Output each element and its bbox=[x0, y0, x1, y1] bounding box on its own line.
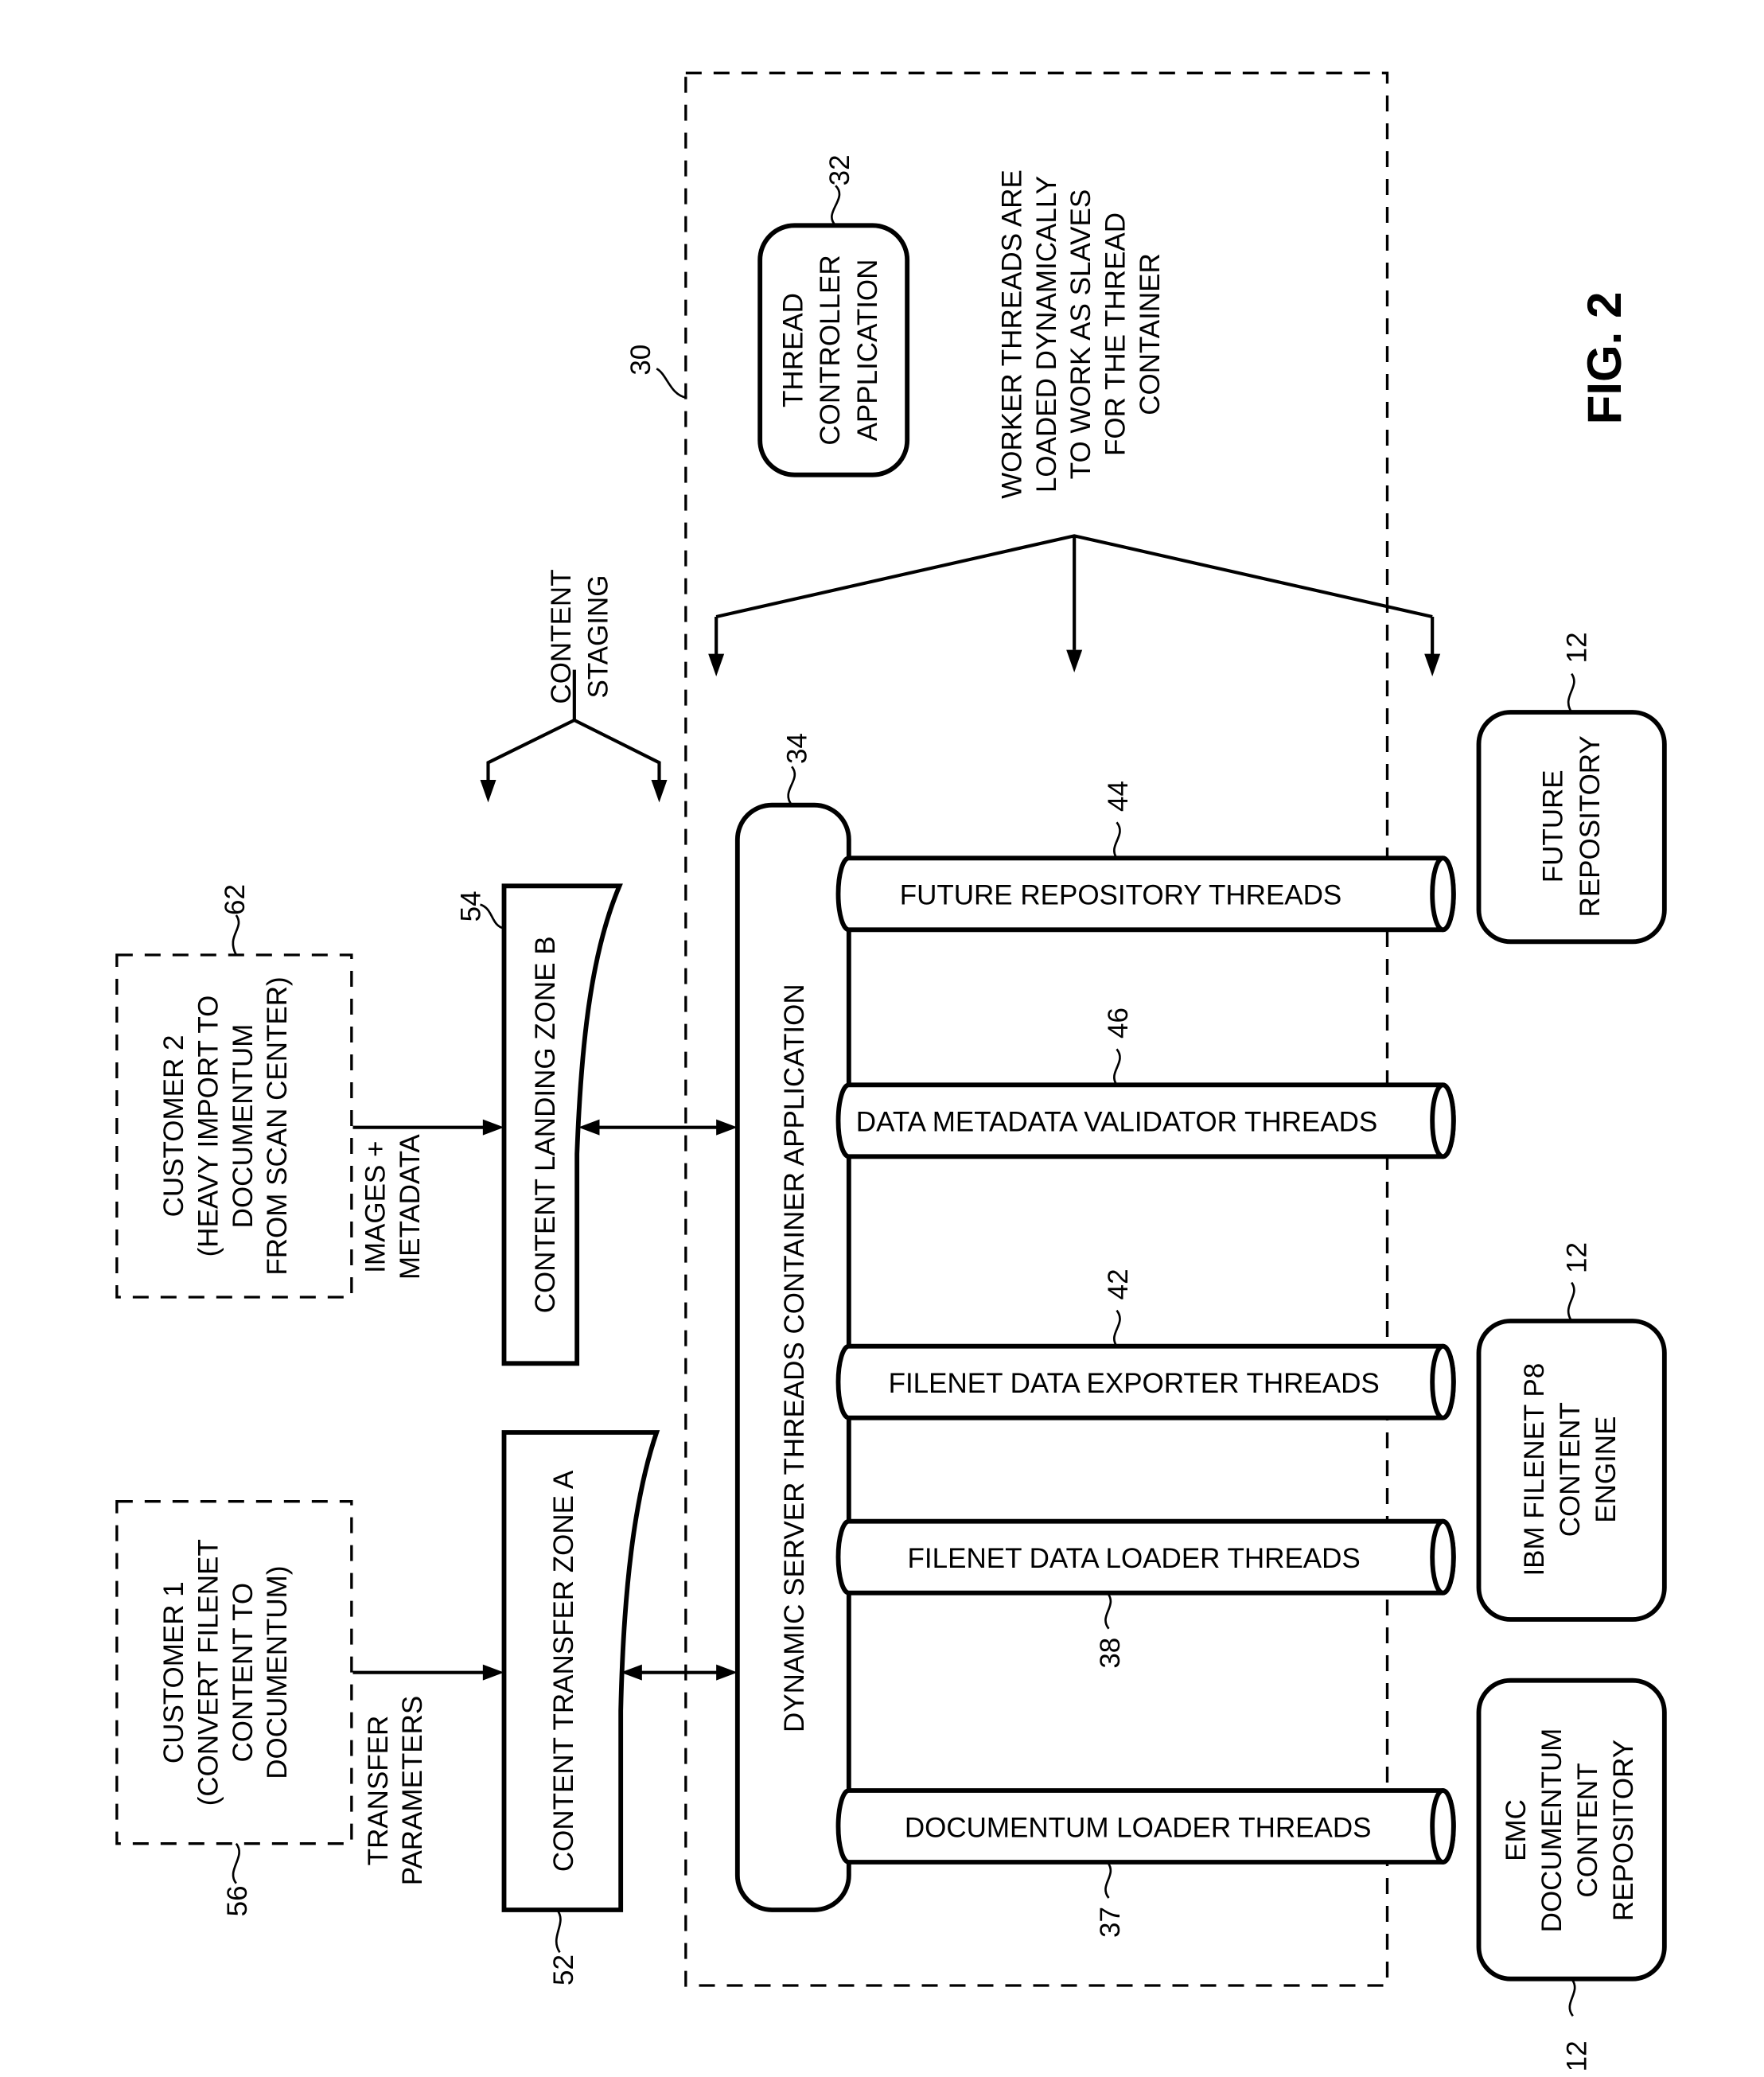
svg-text:TO WORK AS SLAVES: TO WORK AS SLAVES bbox=[1065, 189, 1096, 479]
svg-text:12: 12 bbox=[1562, 632, 1593, 663]
svg-text:CONTAINER: CONTAINER bbox=[1135, 253, 1166, 415]
svg-text:DOCUMENTUM): DOCUMENTUM) bbox=[262, 1566, 293, 1779]
images-metadata-label: IMAGES + METADATA bbox=[360, 1134, 426, 1280]
svg-text:FROM SCAN CENTER): FROM SCAN CENTER) bbox=[262, 976, 293, 1275]
customer-2-label: CUSTOMER 2 (HEAVY IMPORT TO DOCUMENTUM F… bbox=[158, 976, 293, 1275]
ref-32: 32 bbox=[824, 154, 855, 185]
svg-text:DOCUMENTUM: DOCUMENTUM bbox=[228, 1024, 259, 1229]
svg-text:46: 46 bbox=[1103, 1007, 1134, 1038]
repository-future: FUTURE REPOSITORY 12 bbox=[1476, 632, 1667, 945]
svg-text:CONTENT: CONTENT bbox=[1555, 1402, 1586, 1537]
svg-text:37: 37 bbox=[1095, 1907, 1126, 1938]
svg-text:FILENET DATA LOADER THREADS: FILENET DATA LOADER THREADS bbox=[908, 1543, 1361, 1574]
ref-34: 34 bbox=[782, 733, 813, 764]
content-transfer-zone-a-label: CONTENT TRANSFER ZONE A bbox=[548, 1470, 579, 1872]
svg-text:CONTENT: CONTENT bbox=[1572, 1763, 1603, 1897]
svg-text:12: 12 bbox=[1562, 1242, 1593, 1273]
thread-46: DATA METADATA VALIDATOR THREADS 46 bbox=[835, 1007, 1456, 1159]
ref-leader-62 bbox=[232, 914, 240, 956]
worker-dispatch-arrows bbox=[708, 534, 1441, 676]
svg-text:THREAD: THREAD bbox=[778, 293, 809, 407]
svg-text:METADATA: METADATA bbox=[395, 1134, 426, 1280]
svg-text:DATA METADATA VALIDATOR THREAD: DATA METADATA VALIDATOR THREADS bbox=[856, 1107, 1377, 1138]
ref-52: 52 bbox=[548, 1954, 579, 1985]
thread-42: FILENET DATA EXPORTER THREADS 42 bbox=[835, 1268, 1456, 1420]
ref-leader-56 bbox=[232, 1842, 240, 1884]
svg-text:DOCUMENTUM LOADER THREADS: DOCUMENTUM LOADER THREADS bbox=[905, 1812, 1372, 1843]
content-landing-zone-b-label: CONTENT LANDING ZONE B bbox=[530, 936, 561, 1313]
container-application-label: DYNAMIC SERVER THREADS CONTAINER APPLICA… bbox=[779, 984, 810, 1732]
svg-text:FILENET DATA EXPORTER THREADS: FILENET DATA EXPORTER THREADS bbox=[889, 1368, 1380, 1399]
figure-title: FIG. 2 bbox=[1578, 292, 1631, 425]
ref-54: 54 bbox=[456, 890, 487, 922]
svg-text:WORKER THREADS ARE: WORKER THREADS ARE bbox=[997, 170, 1028, 499]
svg-text:12: 12 bbox=[1562, 2040, 1593, 2071]
customer-2-arrowhead bbox=[482, 1119, 504, 1136]
svg-text:PARAMETERS: PARAMETERS bbox=[397, 1696, 428, 1886]
svg-text:(HEAVY IMPORT TO: (HEAVY IMPORT TO bbox=[193, 996, 224, 1257]
ref-leader-34 bbox=[787, 766, 796, 806]
thread-44: FUTURE REPOSITORY THREADS 44 bbox=[835, 781, 1456, 933]
svg-text:LOADED DYNAMICALLY: LOADED DYNAMICALLY bbox=[1031, 176, 1062, 493]
svg-text:42: 42 bbox=[1103, 1268, 1134, 1300]
customer-1-label: CUSTOMER 1 (CONVERT FILENET CONTENT TO D… bbox=[158, 1539, 293, 1806]
svg-text:ENGINE: ENGINE bbox=[1591, 1416, 1622, 1523]
svg-text:CONTENT TO: CONTENT TO bbox=[228, 1583, 259, 1763]
content-staging-arrows bbox=[480, 669, 668, 803]
content-staging-label: CONTENT STAGING bbox=[546, 569, 614, 703]
svg-text:(CONVERT FILENET: (CONVERT FILENET bbox=[193, 1539, 224, 1806]
thread-37: DOCUMENTUM LOADER THREADS 37 bbox=[835, 1788, 1456, 1938]
svg-text:FUTURE: FUTURE bbox=[1538, 770, 1569, 883]
svg-text:REPOSITORY: REPOSITORY bbox=[1608, 1740, 1639, 1921]
svg-text:STAGING: STAGING bbox=[583, 575, 614, 699]
svg-text:44: 44 bbox=[1103, 781, 1134, 812]
repository-ibm-filenet: IBM FILENET P8 CONTENT ENGINE 12 bbox=[1476, 1242, 1667, 1622]
svg-text:CONTROLLER: CONTROLLER bbox=[815, 255, 846, 445]
svg-text:CUSTOMER 2: CUSTOMER 2 bbox=[158, 1035, 189, 1218]
ref-leader-52 bbox=[555, 1909, 562, 1954]
svg-text:CUSTOMER 1: CUSTOMER 1 bbox=[158, 1581, 189, 1763]
ref-leader-32 bbox=[831, 185, 841, 227]
svg-text:CONTENT: CONTENT bbox=[546, 569, 577, 703]
thread-38: FILENET DATA LOADER THREADS 38 bbox=[835, 1518, 1456, 1669]
worker-threads-note: WORKER THREADS ARE LOADED DYNAMICALLY TO… bbox=[997, 170, 1166, 499]
ref-62: 62 bbox=[220, 884, 251, 915]
ref-56: 56 bbox=[222, 1885, 253, 1916]
ref-leader-30 bbox=[656, 368, 687, 399]
svg-text:FOR THE THREAD: FOR THE THREAD bbox=[1100, 212, 1131, 456]
svg-text:IBM FILENET P8: IBM FILENET P8 bbox=[1519, 1363, 1550, 1576]
svg-text:EMC: EMC bbox=[1501, 1799, 1532, 1861]
repository-emc-documentum: EMC DOCUMENTUM CONTENT REPOSITORY 12 bbox=[1476, 1678, 1667, 2071]
patent-diagram: 30 32 THREAD CONTROLLER APPLICATION WORK… bbox=[115, 72, 1667, 2071]
svg-text:FUTURE REPOSITORY THREADS: FUTURE REPOSITORY THREADS bbox=[900, 880, 1342, 911]
svg-text:38: 38 bbox=[1095, 1638, 1126, 1669]
svg-text:APPLICATION: APPLICATION bbox=[852, 259, 883, 442]
ref-30: 30 bbox=[625, 345, 656, 376]
svg-text:DOCUMENTUM: DOCUMENTUM bbox=[1536, 1728, 1567, 1933]
transfer-parameters-label: TRANSFER PARAMETERS bbox=[363, 1696, 428, 1886]
svg-text:IMAGES +: IMAGES + bbox=[360, 1141, 391, 1273]
customer-1-arrowhead bbox=[482, 1664, 504, 1681]
svg-text:TRANSFER: TRANSFER bbox=[363, 1716, 394, 1866]
svg-text:REPOSITORY: REPOSITORY bbox=[1575, 735, 1606, 917]
content-landing-zone-b bbox=[501, 883, 623, 1366]
